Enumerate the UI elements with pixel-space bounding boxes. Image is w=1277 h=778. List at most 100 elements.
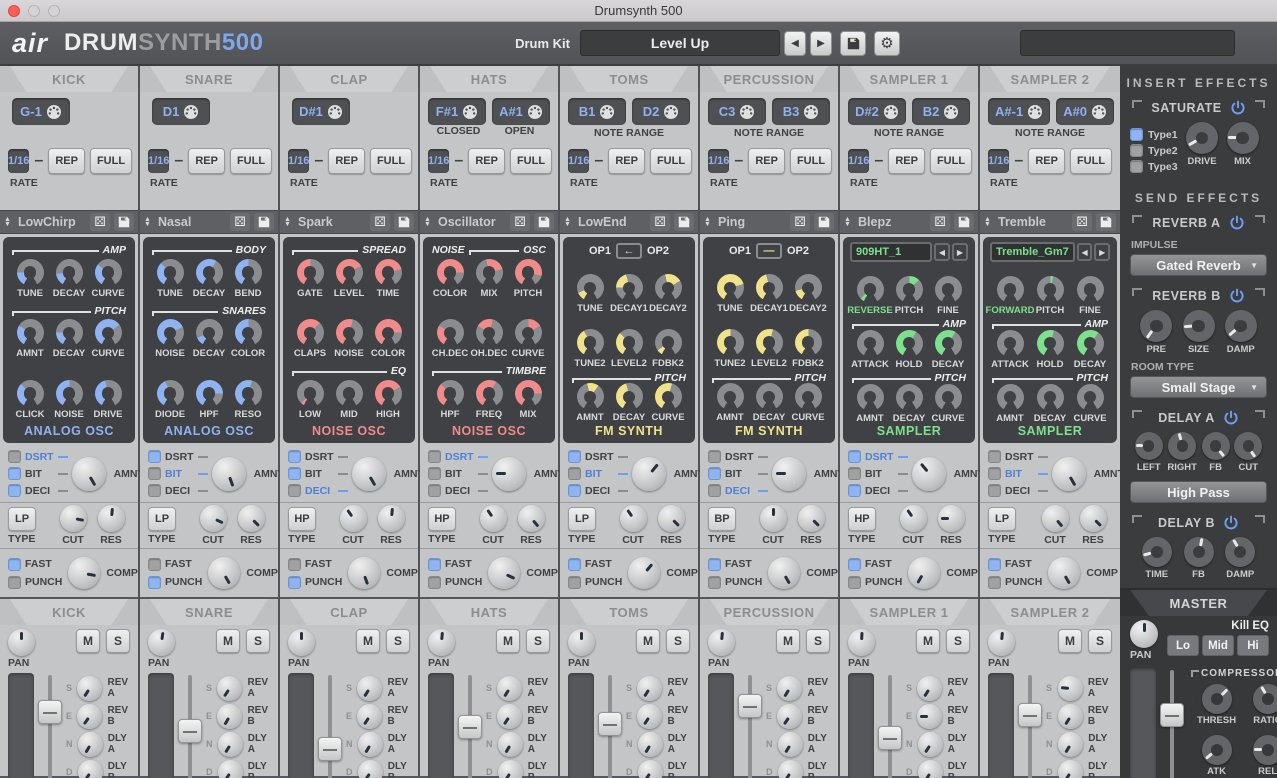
synth-knob[interactable] [655,274,682,301]
fader-handle[interactable] [738,694,762,718]
rate-value[interactable]: 1/16 [428,149,449,173]
send-knob-revb[interactable] [77,704,102,729]
randomize-dice-button[interactable]: ⚄ [230,213,250,231]
send-knob-revb[interactable] [497,704,522,729]
next-sample-button[interactable]: ▶ [1094,243,1110,261]
note-button[interactable]: A#0 [1056,98,1114,125]
saturate-type-led[interactable] [1130,160,1143,173]
synth-knob[interactable] [437,259,464,286]
solo-button[interactable]: S [666,629,690,653]
synth-knob[interactable] [1077,276,1104,303]
dist-dsrt-led[interactable] [428,450,441,463]
preset-spinner[interactable]: ▲▼ [984,217,994,227]
synth-knob[interactable] [297,319,324,346]
synth-knob[interactable] [717,383,744,410]
dist-bit-led[interactable] [148,467,161,480]
prev-sample-button[interactable]: ◀ [934,243,950,261]
comp-fast-led[interactable] [148,558,161,571]
comp-amount-knob[interactable] [768,557,800,589]
note-button[interactable]: B1 [568,98,626,125]
fader-handle[interactable] [178,719,202,743]
comp-amount-knob[interactable] [908,557,940,589]
kill-eq-mid-button[interactable]: Mid [1202,635,1234,656]
delay-a-filter-button[interactable]: High Pass [1130,481,1267,503]
solo-button[interactable]: S [386,629,410,653]
rate-value[interactable]: 1/16 [848,149,869,173]
pan-knob[interactable] [428,629,455,656]
synth-knob[interactable] [577,274,604,301]
synth-knob[interactable] [655,383,682,410]
preset-name-field[interactable] [1020,30,1235,56]
synth-knob[interactable] [577,383,604,410]
synth-knob[interactable] [935,330,962,357]
comp-punch-led[interactable] [988,576,1001,589]
synth-knob[interactable] [756,383,783,410]
synth-knob[interactable] [577,329,604,356]
synth-knob[interactable] [235,319,262,346]
synth-knob[interactable] [235,259,262,286]
comp-fast-led[interactable] [988,558,1001,571]
save-preset-button[interactable] [394,213,414,231]
filter-res-knob[interactable] [1080,505,1107,532]
saturate-power-button[interactable] [1230,100,1246,116]
volume-fader[interactable] [37,673,63,778]
solo-button[interactable]: S [246,629,270,653]
synth-knob[interactable] [95,380,122,407]
send-knob-revb[interactable] [357,704,382,729]
filter-res-knob[interactable] [238,505,265,532]
full-button[interactable]: FULL [510,148,552,174]
note-button[interactable]: D1 [152,98,210,125]
note-button[interactable]: D#1 [292,98,350,125]
saturate-type-led[interactable] [1130,144,1143,157]
volume-fader[interactable] [317,673,343,778]
fader-handle[interactable] [1018,703,1042,727]
save-preset-button[interactable] [674,213,694,231]
send-knob-dlya[interactable] [778,732,803,757]
synth-knob[interactable] [997,276,1024,303]
filter-type-button[interactable]: BP [708,507,736,531]
kill-eq-hi-button[interactable]: Hi [1237,635,1269,656]
thresh-knob[interactable] [1202,684,1232,714]
sample-name[interactable]: 909HT_1 [850,242,932,262]
synth-knob[interactable] [437,319,464,346]
synth-knob[interactable] [476,319,503,346]
dist-bit-led[interactable] [8,467,21,480]
send-knob-dlyb[interactable] [498,760,523,778]
mute-button[interactable]: M [76,629,100,653]
filter-type-button[interactable]: LP [8,507,36,531]
fader-handle[interactable] [598,712,622,736]
randomize-dice-button[interactable]: ⚄ [90,213,110,231]
comp-punch-led[interactable] [428,576,441,589]
comp-amount-knob[interactable] [1048,557,1080,589]
pan-knob[interactable] [288,629,315,656]
filter-type-button[interactable]: HP [428,507,456,531]
synth-knob[interactable] [997,330,1024,357]
synth-knob[interactable] [235,380,262,407]
dist-dsrt-led[interactable] [288,450,301,463]
synth-knob[interactable] [56,259,83,286]
synth-knob[interactable] [375,380,402,407]
rate-value[interactable]: 1/16 [568,149,589,173]
synth-knob[interactable] [616,329,643,356]
dist-bit-led[interactable] [988,467,1001,480]
synth-knob[interactable] [56,319,83,346]
dist-deci-led[interactable] [988,484,1001,497]
filter-cutoff-knob[interactable] [340,505,367,532]
preset-spinner[interactable]: ▲▼ [144,217,154,227]
synth-knob[interactable] [795,383,822,410]
send-knob-dlyb[interactable] [358,760,383,778]
comp-fast-led[interactable] [848,558,861,571]
pan-knob[interactable] [8,629,35,656]
save-preset-button[interactable] [254,213,274,231]
solo-button[interactable]: S [806,629,830,653]
comp-fast-led[interactable] [288,558,301,571]
send-knob-revb[interactable] [217,704,242,729]
dist-dsrt-led[interactable] [148,450,161,463]
comp-fast-led[interactable] [568,558,581,571]
note-button[interactable]: B2 [912,98,970,125]
right-knob[interactable] [1168,432,1196,460]
repeat-button[interactable]: REP [48,148,85,174]
synth-knob[interactable] [896,384,923,411]
synth-knob[interactable] [857,276,884,303]
saturate-type-led[interactable] [1130,128,1143,141]
